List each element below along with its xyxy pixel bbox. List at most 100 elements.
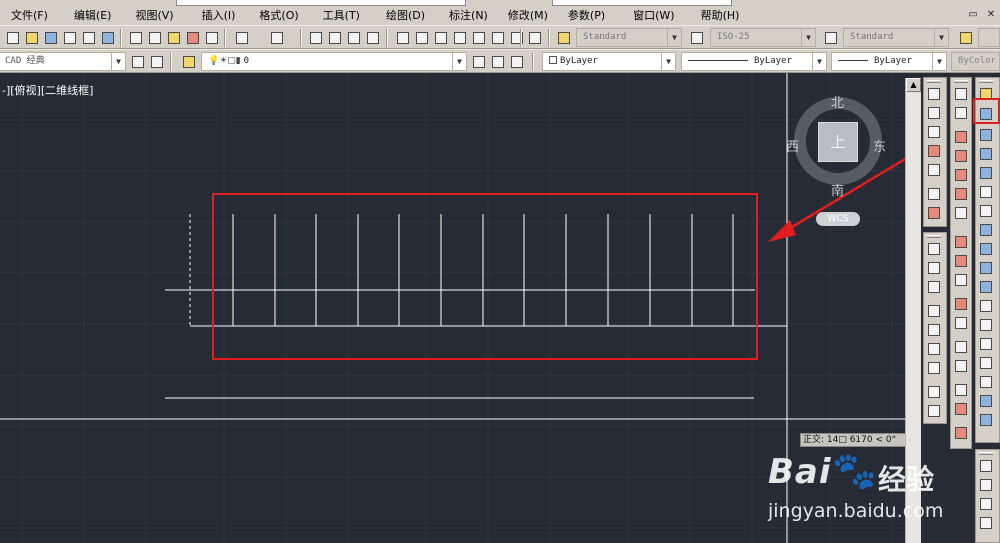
redo-icon[interactable] — [268, 29, 285, 46]
zoom-window-icon[interactable] — [345, 29, 362, 46]
zoom-realtime-icon[interactable] — [326, 29, 343, 46]
explode-icon[interactable] — [978, 412, 995, 429]
snap-midpoint-icon[interactable] — [953, 148, 970, 165]
new-file-icon[interactable] — [4, 29, 21, 46]
publish-icon[interactable] — [99, 29, 116, 46]
break-icon[interactable] — [978, 317, 995, 334]
fillet-icon[interactable] — [978, 374, 995, 391]
zoom-center-icon[interactable] — [926, 303, 943, 320]
iso-view-icon[interactable] — [926, 162, 943, 179]
menu-help[interactable]: 帮助(H) — [694, 6, 747, 25]
toolbar-grip[interactable] — [954, 80, 968, 83]
stretch-icon[interactable] — [978, 241, 995, 258]
sheet-set-icon[interactable] — [451, 29, 468, 46]
snap-quadrant-icon[interactable] — [953, 253, 970, 270]
scroll-up-icon[interactable]: ▲ — [906, 78, 921, 92]
snap-extension-icon[interactable] — [953, 205, 970, 222]
customize-icon[interactable] — [148, 53, 165, 70]
osnap-settings-icon[interactable] — [953, 425, 970, 442]
toolbar-grip[interactable] — [927, 80, 941, 83]
layer-properties-icon[interactable] — [180, 53, 197, 70]
menu-insert[interactable]: 插入(I) — [195, 6, 243, 25]
send-under-icon[interactable] — [978, 515, 995, 532]
rotate-icon[interactable] — [978, 203, 995, 220]
zoom-extents-icon[interactable] — [926, 403, 943, 420]
workspace-select[interactable]: CAD 经典 ▼ — [0, 52, 126, 71]
temporary-track-icon[interactable] — [953, 86, 970, 103]
send-to-back-icon[interactable] — [978, 477, 995, 494]
front-view-icon[interactable] — [926, 124, 943, 141]
quickcalc-icon[interactable] — [489, 29, 506, 46]
snap-apparent-intersection-icon[interactable] — [953, 186, 970, 203]
menu-format[interactable]: 格式(O) — [252, 6, 305, 25]
plot-preview-icon[interactable] — [80, 29, 97, 46]
toolbar-grip[interactable] — [979, 452, 993, 455]
undo-icon[interactable] — [233, 29, 250, 46]
snap-none-icon[interactable] — [953, 401, 970, 418]
markup-icon[interactable] — [470, 29, 487, 46]
menu-view[interactable]: 视图(V) — [128, 6, 180, 25]
join-icon[interactable] — [978, 336, 995, 353]
top-view-icon[interactable] — [926, 105, 943, 122]
dim-style-select[interactable]: ISO-25 ▼ — [710, 28, 816, 47]
break-at-point-icon[interactable] — [978, 298, 995, 315]
viewcube-south[interactable]: 南 — [831, 180, 844, 199]
toolbar-grip[interactable] — [927, 235, 941, 238]
linetype-select[interactable]: ByLayer ▼ — [681, 52, 827, 71]
menu-dimension[interactable]: 标注(N) — [442, 6, 495, 25]
plotstyle-select[interactable]: ByColor — [951, 52, 1000, 71]
left-view-icon[interactable] — [926, 143, 943, 160]
menu-edit[interactable]: 编辑(E) — [67, 6, 119, 25]
wcs-menu[interactable]: WCS — [816, 212, 860, 226]
cut-icon[interactable] — [127, 29, 144, 46]
copy-icon[interactable] — [146, 29, 163, 46]
restore-window-icon[interactable]: ▭ — [966, 9, 980, 21]
viewcube-west[interactable]: 西 — [786, 136, 799, 155]
menu-modify[interactable]: 修改(M) — [501, 6, 555, 25]
camera-icon[interactable] — [926, 186, 943, 203]
snap-perpendicular-icon[interactable] — [953, 296, 970, 313]
table-style-select[interactable]: Standard ▼ — [843, 28, 949, 47]
snap-intersection-icon[interactable] — [953, 167, 970, 184]
snap-center-icon[interactable] — [953, 234, 970, 251]
open-file-icon[interactable] — [23, 29, 40, 46]
menu-file[interactable]: 文件(F) — [4, 6, 55, 25]
chamfer-icon[interactable] — [978, 355, 995, 372]
menu-tools[interactable]: 工具(T) — [316, 6, 367, 25]
snap-from-icon[interactable] — [953, 105, 970, 122]
viewcube-east[interactable]: 东 — [873, 136, 886, 155]
trim-icon[interactable] — [978, 260, 995, 277]
named-views-icon[interactable] — [926, 86, 943, 103]
menu-draw[interactable]: 绘图(D) — [379, 6, 432, 25]
viewcube-top-face[interactable]: 上 — [818, 122, 858, 162]
make-current-layer-icon[interactable] — [470, 53, 487, 70]
orbit-icon[interactable] — [926, 205, 943, 222]
multileader-style-select[interactable] — [978, 28, 1000, 47]
zoom-object-icon[interactable] — [926, 322, 943, 339]
calculator-icon[interactable] — [508, 29, 525, 46]
plot-icon[interactable] — [61, 29, 78, 46]
lineweight-select[interactable]: ByLayer ▼ — [831, 52, 947, 71]
zoom-window-icon[interactable] — [926, 241, 943, 258]
zoom-in-icon[interactable] — [926, 341, 943, 358]
snap-node-icon[interactable] — [953, 358, 970, 375]
tool-palettes-icon[interactable] — [432, 29, 449, 46]
close-window-icon[interactable]: ✕ — [984, 9, 998, 21]
snap-parallel-icon[interactable] — [953, 315, 970, 332]
zoom-out-icon[interactable] — [926, 360, 943, 377]
color-select[interactable]: ByLayer ▼ — [542, 52, 676, 71]
viewport-controls-label[interactable]: -][俯视][二维线框] — [2, 82, 93, 98]
layer-previous-icon[interactable] — [489, 53, 506, 70]
text-style-select[interactable]: Standard ▼ — [576, 28, 682, 47]
offset-icon[interactable] — [978, 146, 995, 163]
menu-parametric[interactable]: 参数(P) — [561, 6, 612, 25]
save-icon[interactable] — [42, 29, 59, 46]
move-icon[interactable] — [978, 184, 995, 201]
menu-window[interactable]: 窗口(W) — [626, 6, 681, 25]
layer-state-icon[interactable] — [508, 53, 525, 70]
properties-icon[interactable] — [394, 29, 411, 46]
dim-style-icon[interactable] — [688, 29, 705, 46]
paste-icon[interactable] — [165, 29, 182, 46]
layer-select[interactable]: 💡☀▢▮ 0 ▼ — [201, 52, 467, 71]
snap-insert-icon[interactable] — [953, 339, 970, 356]
